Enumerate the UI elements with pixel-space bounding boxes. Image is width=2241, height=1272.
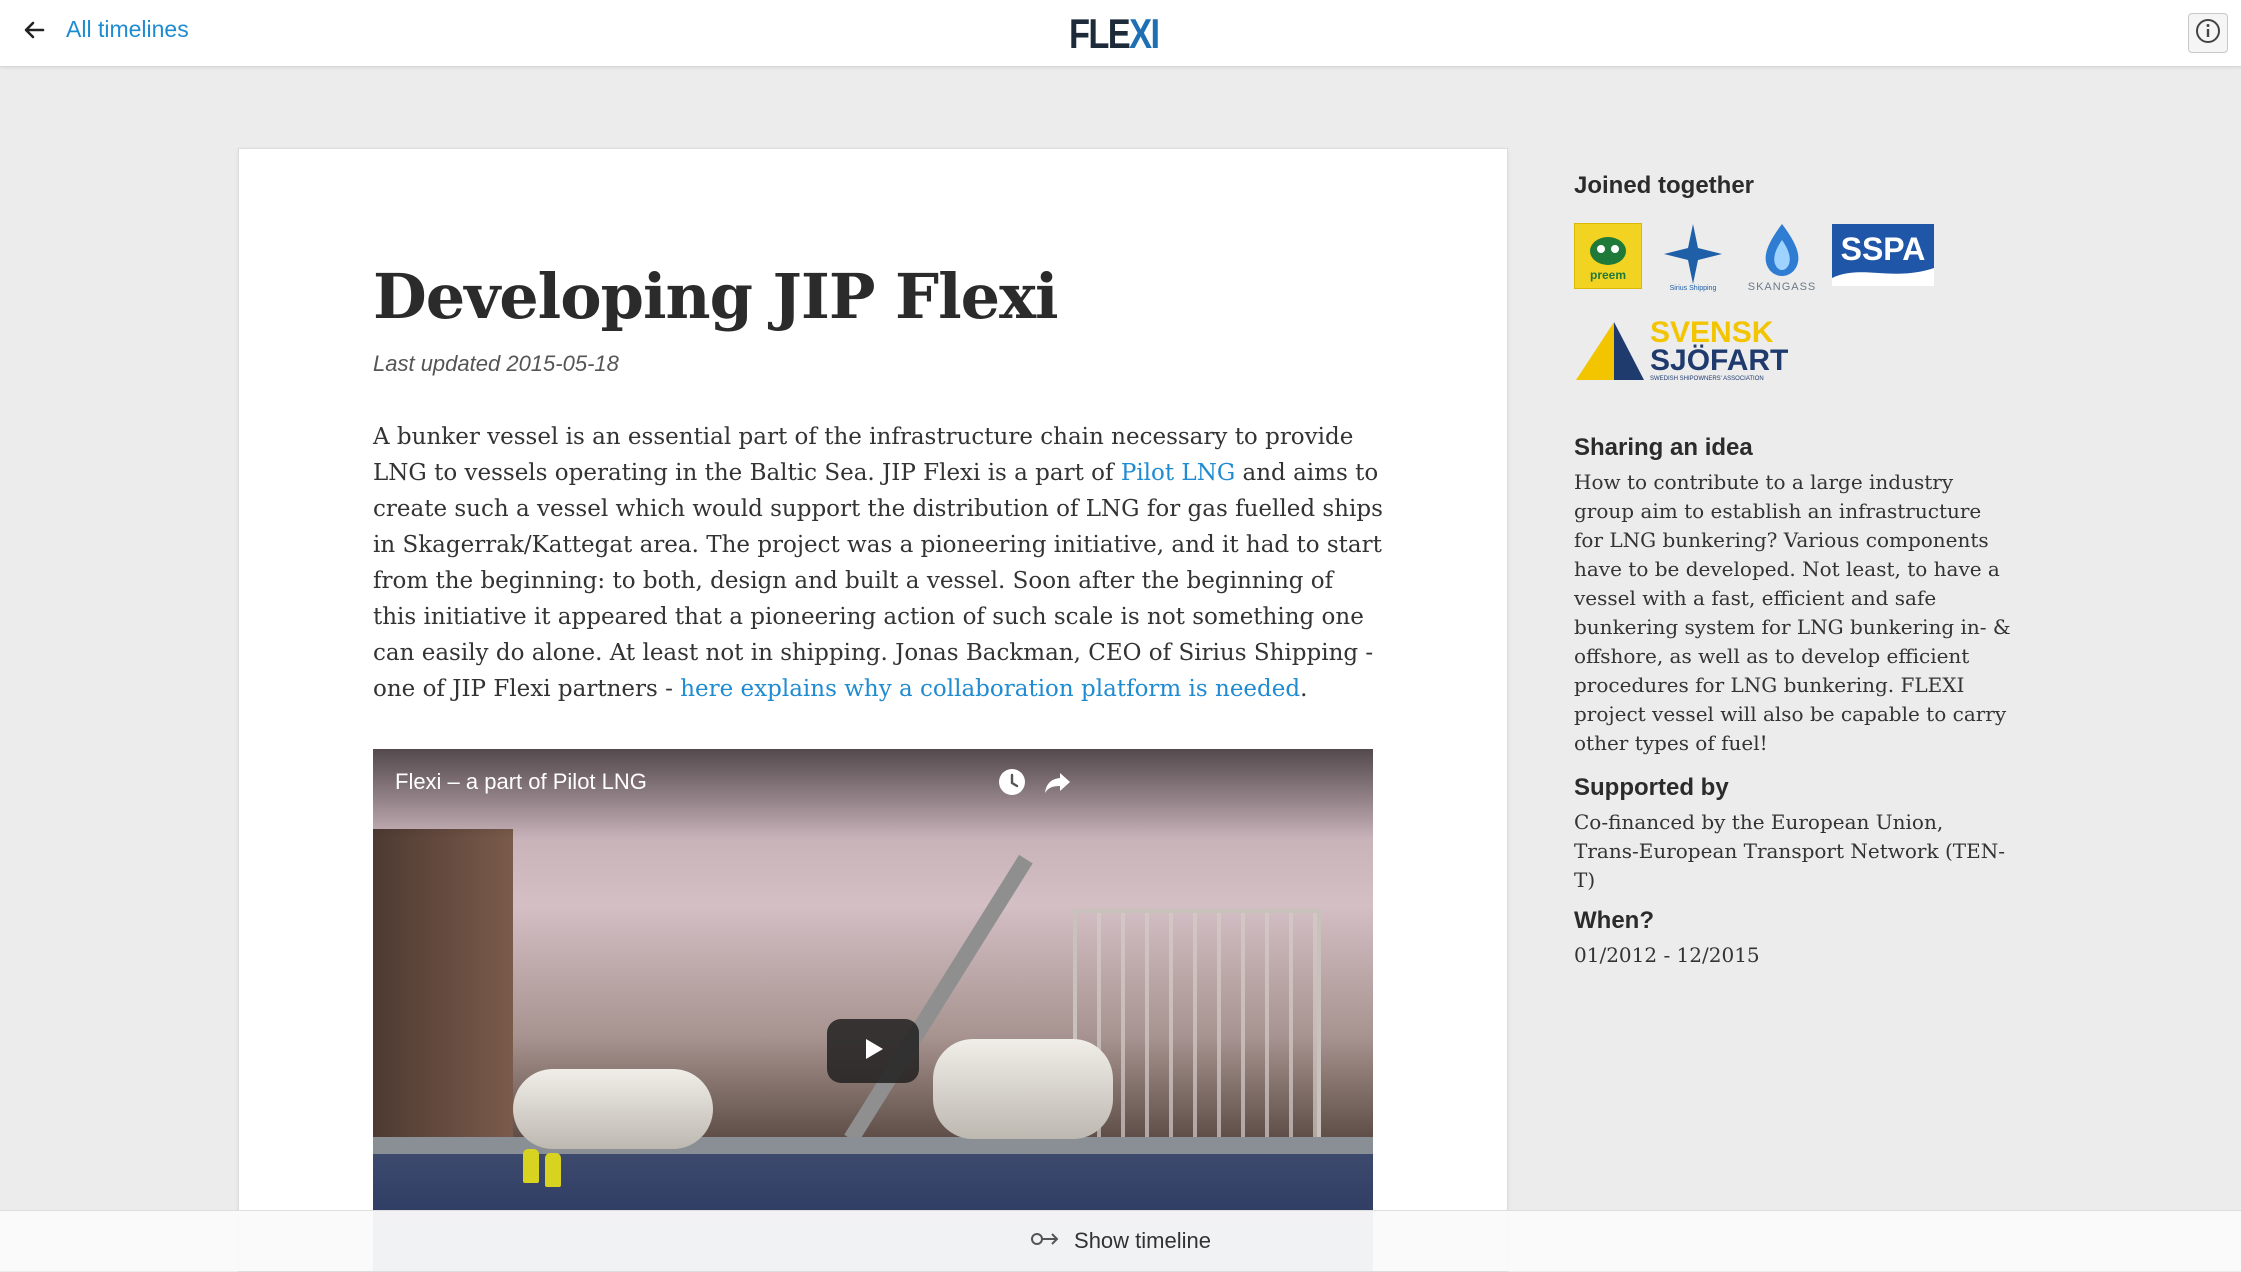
svg-text:SWEDISH SHIPOWNERS' ASSOCIATIO: SWEDISH SHIPOWNERS' ASSOCIATION xyxy=(1650,376,1764,382)
body-text-3: . xyxy=(1300,676,1308,702)
supported-text: Co-financed by the European Union, Trans… xyxy=(1574,810,2005,892)
info-button[interactable] xyxy=(2188,13,2228,53)
arrow-left-icon[interactable] xyxy=(22,18,46,42)
sidebar-supported: Supported by Co-financed by the European… xyxy=(1574,774,2014,895)
video-scene-worker xyxy=(523,1149,539,1183)
page-title: Developing JIP Flexi xyxy=(373,260,1059,333)
info-icon[interactable] xyxy=(2195,18,2221,49)
skangass-logo[interactable]: SKANGASS xyxy=(1742,220,1822,292)
video-scene-tower xyxy=(373,829,513,1159)
article-body: A bunker vessel is an essential part of … xyxy=(373,419,1383,707)
sidebar-when: When? 01/2012 - 12/2015 xyxy=(1574,907,2014,970)
last-updated: Last updated 2015-05-18 xyxy=(373,351,619,376)
video-player[interactable]: Flexi – a part of Pilot LNG xyxy=(373,749,1373,1271)
supported-heading: Supported by xyxy=(1574,774,1729,801)
flexi-logo: FLEXI xyxy=(1069,10,1160,57)
svg-text:SKANGASS: SKANGASS xyxy=(1748,281,1817,292)
sspa-wave-icon: SSPA xyxy=(1832,231,1934,286)
share-icon[interactable] xyxy=(1043,767,1073,802)
svensk-sjofart-mark-icon: SVENSK SJÖFART SWEDISH SHIPOWNERS' ASSOC… xyxy=(1576,316,1788,382)
svg-text:SSPA: SSPA xyxy=(1841,231,1926,267)
video-scene-tank-right xyxy=(933,1039,1113,1139)
sirius-star-icon: Sirius Shipping xyxy=(1664,224,1722,292)
play-button[interactable] xyxy=(827,1019,919,1083)
sspa-logo[interactable]: SSPA xyxy=(1832,224,1934,286)
idea-text: How to contribute to a large industry gr… xyxy=(1574,470,2011,755)
video-title[interactable]: Flexi – a part of Pilot LNG xyxy=(395,769,647,795)
show-timeline-label[interactable]: Show timeline xyxy=(1074,1228,1211,1254)
when-text: 01/2012 - 12/2015 xyxy=(1574,943,1760,967)
show-timeline-button[interactable]: Show timeline xyxy=(0,1210,2241,1271)
collaboration-link[interactable]: here explains why a collaboration platfo… xyxy=(680,676,1300,702)
when-heading: When? xyxy=(1574,907,1654,934)
video-scene-worker xyxy=(545,1153,561,1187)
idea-heading: Sharing an idea xyxy=(1574,434,1753,461)
play-icon[interactable] xyxy=(859,1035,887,1068)
svg-text:Sirius Shipping: Sirius Shipping xyxy=(1670,285,1717,292)
body-text-2: and aims to create such a vessel which w… xyxy=(373,460,1383,702)
video-scene-tank-left xyxy=(513,1069,713,1149)
all-timelines-label[interactable]: All timelines xyxy=(66,16,189,43)
joined-heading: Joined together xyxy=(1574,172,1755,199)
timeline-icon[interactable] xyxy=(1030,1228,1060,1254)
clock-icon[interactable] xyxy=(997,767,1027,802)
svg-text:preem: preem xyxy=(1590,268,1626,282)
svg-text:SJÖFART: SJÖFART xyxy=(1650,344,1788,377)
svensk-sjofart-logo[interactable]: SVENSK SJÖFART SWEDISH SHIPOWNERS' ASSOC… xyxy=(1574,312,1800,384)
preem-mark-icon: preem xyxy=(1590,237,1626,282)
all-timelines-link[interactable]: All timelines xyxy=(22,16,189,43)
sirius-shipping-logo[interactable]: Sirius Shipping xyxy=(1658,220,1728,292)
article-card: Developing JIP Flexi Last updated 2015-0… xyxy=(238,148,1508,1272)
sidebar-joined: Joined together xyxy=(1574,172,2014,200)
pilot-lng-link[interactable]: Pilot LNG xyxy=(1121,460,1235,486)
skangass-flame-icon: SKANGASS xyxy=(1748,224,1817,292)
sidebar-idea: Sharing an idea How to contribute to a l… xyxy=(1574,434,2014,758)
top-bar: All timelines FLEXI xyxy=(0,0,2241,67)
preem-logo[interactable]: preem xyxy=(1574,223,1642,289)
